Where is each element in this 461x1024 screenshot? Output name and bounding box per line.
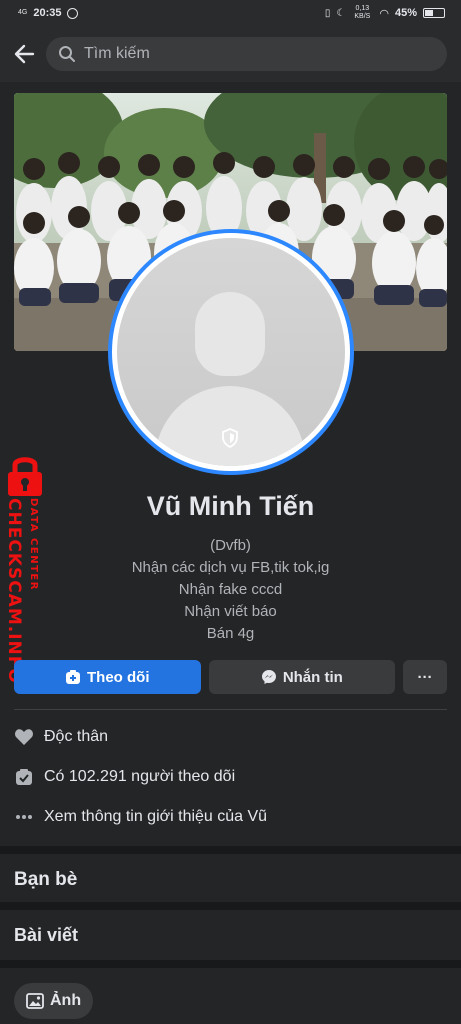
battery-icon [423,8,445,18]
avatar-border [112,233,350,471]
more-icon: ··· [417,668,433,686]
profile-bio: (Dvfb) Nhận các dịch vụ FB,tik tok,ig Nh… [0,535,461,645]
bio-line: Bán 4g [206,625,255,642]
s-app-icon [67,7,79,19]
relationship-text: Độc thân [44,728,109,745]
battery-fill [425,10,434,16]
bio-line: Nhận viết báo [184,603,277,620]
battery-percent: 45% [394,7,417,19]
moon-icon: ☾ [336,7,346,19]
bio-line: Nhận các dịch vụ FB,tik tok,ig [131,559,330,576]
wifi-icon: ◠ [379,7,389,20]
posts-section[interactable]: Bài viết [0,902,461,960]
about-link-text: Xem thông tin giới thiệu của Vũ [44,808,268,825]
photo-icon [26,993,44,1009]
friends-title: Bạn bè [14,869,78,890]
follow-label: Theo dõi [87,668,150,686]
default-avatar-image [117,238,345,466]
search-input[interactable] [84,45,384,63]
message-label: Nhắn tin [282,668,343,686]
heart-icon [14,727,34,747]
vibrate-icon: ▯ [324,7,331,19]
posts-title: Bài viết [14,925,79,945]
search-box[interactable] [46,37,447,71]
status-left: 4G 20:35 [18,7,79,19]
followers-icon [14,767,34,787]
friends-section[interactable]: Bạn bè [0,846,461,902]
follow-button[interactable]: Theo dõi [14,660,201,694]
messenger-icon [261,670,276,684]
back-button[interactable] [8,38,40,70]
relationship-row: Độc thân [14,727,108,747]
followers-row: Có 102.291 người theo dõi [14,767,235,787]
follow-icon [66,670,81,684]
clock: 20:35 [33,7,62,19]
status-bar: 4G 20:35 ▯ ☾ 0,13 KB/S ◠ 45% [0,0,461,26]
photos-button[interactable]: Ảnh [14,983,94,1019]
about-link-row[interactable]: Xem thông tin giới thiệu của Vũ [14,807,267,827]
profile-actions: Theo dõi Nhắn tin ··· [14,660,447,694]
bio-line: (Dvfb) [210,537,251,554]
more-options-button[interactable]: ··· [403,660,447,694]
profile-avatar[interactable] [108,229,354,475]
divider [14,709,447,710]
avatar-head-silhouette [195,292,265,376]
profile-name: Vũ Minh Tiến [146,491,315,521]
ellipsis-icon [14,807,34,827]
top-bar [0,26,461,82]
search-icon [59,46,75,62]
network-speed: 0,13 KB/S [354,5,371,20]
profile-guard-shield-icon [218,426,242,450]
photos-label: Ảnh [50,992,82,1009]
status-right: ▯ ☾ 0,13 KB/S ◠ 45% [325,5,445,21]
network-type: 4G [18,9,28,16]
back-arrow-icon [14,44,35,64]
bio-line: Nhận fake cccd [178,581,283,598]
message-button[interactable]: Nhắn tin [208,660,396,694]
followers-text: Có 102.291 người theo dõi [44,768,236,785]
